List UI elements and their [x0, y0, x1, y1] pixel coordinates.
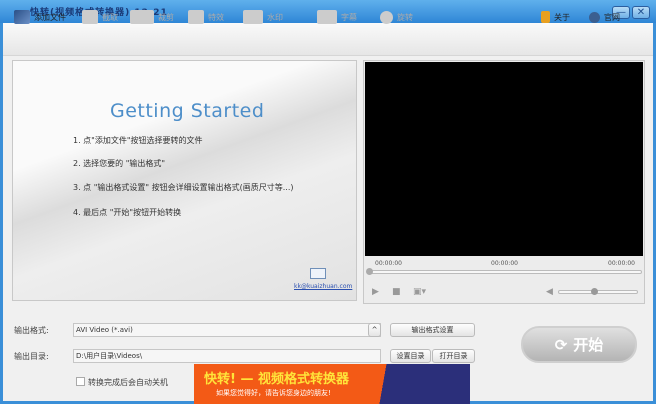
seek-thumb[interactable] [366, 268, 373, 275]
set-dir-button[interactable]: 设置目录 [390, 349, 431, 363]
rotate-icon [380, 10, 393, 24]
watermark-icon [243, 10, 263, 24]
effects-label: 特效 [208, 12, 224, 22]
start-button[interactable]: ⟳ 开始 [521, 326, 637, 363]
output-dir-input[interactable]: D:\用户目录\Videos\ [73, 349, 381, 363]
crop-icon [130, 10, 154, 24]
step-1: 1. 点"添加文件"按钮选择要转的文件 [73, 136, 203, 145]
getting-started-panel [12, 60, 357, 301]
toolbar [3, 23, 653, 56]
shutdown-label: 转换完成后会自动关机 [88, 378, 168, 387]
snapshot-icon[interactable]: ▣▾ [413, 287, 426, 297]
play-icon[interactable]: ▶ [372, 287, 379, 297]
volume-thumb[interactable] [591, 288, 598, 295]
output-dir-label: 输出目录: [14, 352, 49, 361]
volume-icon[interactable]: ◀ [546, 287, 553, 297]
getting-started-title: Getting Started [110, 100, 265, 122]
output-format-label: 输出格式: [14, 326, 49, 335]
website-label: 官网 [604, 12, 620, 22]
clip-button[interactable]: 截取 [82, 8, 118, 26]
subtitle-button[interactable]: 字幕 [317, 8, 357, 26]
ad-title: 快转! — 视频格式转换器 [204, 372, 349, 387]
watermark-label: 水印 [267, 12, 283, 22]
step-4: 4. 最后点 "开始"按钮开始转换 [73, 208, 182, 217]
subtitle-label: 字幕 [341, 12, 357, 22]
rotate-button[interactable]: 旋转 [380, 8, 413, 26]
email-link[interactable]: kk@kuaizhuan.com [294, 283, 352, 290]
shutdown-checkbox[interactable] [76, 377, 85, 386]
video-screen [365, 62, 643, 256]
step-2: 2. 选择您要的 "输出格式" [73, 159, 166, 168]
open-dir-button[interactable]: 打开目录 [432, 349, 475, 363]
add-file-icon [14, 10, 30, 24]
format-settings-button[interactable]: 输出格式设置 [390, 323, 475, 337]
effects-icon [188, 10, 204, 24]
seek-slider[interactable] [367, 270, 642, 274]
about-button[interactable]: 关于 [541, 8, 570, 26]
about-label: 关于 [554, 12, 570, 22]
time-start: 00:00:00 [375, 260, 402, 267]
watermark-button[interactable]: 水印 [243, 8, 283, 26]
volume-slider[interactable] [558, 290, 638, 294]
ad-banner[interactable]: 快转! — 视频格式转换器 如果您觉得好，请告诉您身边的朋友! [194, 364, 470, 404]
output-format-select[interactable]: AVI Video (*.avi) [73, 323, 381, 337]
add-file-button[interactable]: 添加文件 [14, 8, 66, 26]
home-icon [589, 11, 600, 23]
about-icon [541, 11, 550, 23]
step-3: 3. 点 "输出格式设置" 按钮会详细设置输出格式(画质尺寸等...) [73, 183, 294, 192]
convert-icon: ⟳ [554, 335, 568, 354]
effects-button[interactable]: 特效 [188, 8, 224, 26]
add-file-label: 添加文件 [34, 12, 66, 22]
crop-button[interactable]: 裁剪 [130, 8, 174, 26]
stop-icon[interactable]: ■ [392, 287, 401, 297]
clip-icon [82, 10, 98, 24]
start-label: 开始 [573, 336, 604, 354]
time-current: 00:00:00 [491, 260, 518, 267]
ad-subtitle: 如果您觉得好，请告诉您身边的朋友! [216, 389, 331, 397]
subtitle-icon [317, 10, 337, 24]
clip-label: 截取 [102, 12, 118, 22]
website-button[interactable]: 官网 [589, 8, 620, 26]
time-end: 00:00:00 [608, 260, 635, 267]
close-button[interactable]: ✕ [632, 6, 650, 19]
mail-icon [310, 268, 326, 279]
chevron-up-icon[interactable]: ^ [368, 323, 381, 337]
rotate-label: 旋转 [397, 12, 413, 22]
crop-label: 裁剪 [158, 12, 174, 22]
